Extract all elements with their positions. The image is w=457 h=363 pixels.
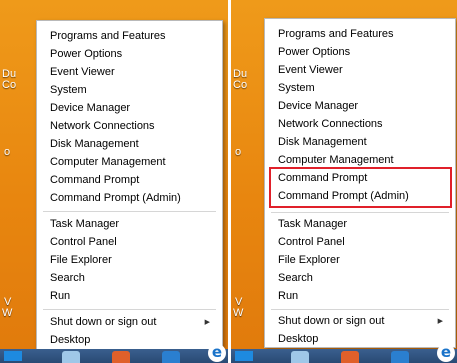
menu-item-system[interactable]: System — [265, 80, 455, 97]
menu-item-computer-management[interactable]: Computer Management — [37, 154, 222, 171]
menu-item-power-options[interactable]: Power Options — [265, 44, 455, 61]
submenu-arrow-icon: ▶ — [437, 318, 443, 325]
menu-item-system[interactable]: System — [37, 82, 222, 99]
menu-item-programs-and-features[interactable]: Programs and Features — [37, 28, 222, 45]
menu-item-device-manager[interactable]: Device Manager — [37, 100, 222, 117]
red-highlight-box — [269, 167, 452, 208]
start-icon[interactable] — [4, 351, 22, 361]
menu-item-command-prompt[interactable]: Command Prompt — [37, 172, 222, 189]
internet-explorer-icon[interactable]: e — [437, 344, 455, 362]
menu-separator — [271, 309, 449, 310]
internet-explorer-icon[interactable]: e — [208, 344, 226, 362]
start-icon[interactable] — [235, 351, 253, 361]
menu-item-disk-management[interactable]: Disk Management — [265, 134, 455, 151]
submenu-arrow-icon: ▶ — [204, 319, 210, 326]
menu-item-disk-management[interactable]: Disk Management — [37, 136, 222, 153]
store-icon[interactable] — [391, 351, 409, 363]
menu-item-shut-down-or-sign-out[interactable]: Shut down or sign out ▶ — [37, 314, 222, 331]
menu-item-search[interactable]: Search — [37, 270, 222, 287]
file-explorer-icon[interactable] — [62, 351, 80, 363]
menu-item-label: Shut down or sign out — [50, 316, 157, 328]
menu-item-device-manager[interactable]: Device Manager — [265, 98, 455, 115]
menu-separator — [43, 211, 216, 212]
menu-item-desktop[interactable]: Desktop — [37, 332, 222, 349]
menu-item-run[interactable]: Run — [37, 288, 222, 305]
menu-item-task-manager[interactable]: Task Manager — [265, 216, 455, 233]
menu-item-shut-down-or-sign-out[interactable]: Shut down or sign out ▶ — [265, 313, 455, 330]
taskbar: e — [0, 344, 228, 363]
menu-item-control-panel[interactable]: Control Panel — [265, 234, 455, 251]
menu-item-network-connections[interactable]: Network Connections — [265, 116, 455, 133]
taskbar: e — [231, 344, 457, 363]
firefox-icon[interactable] — [341, 351, 359, 363]
menu-item-event-viewer[interactable]: Event Viewer — [37, 64, 222, 81]
screenshot-right: Du Co o V W Programs and Features Power … — [231, 0, 457, 363]
menu-item-control-panel[interactable]: Control Panel — [37, 234, 222, 251]
winx-context-menu: Programs and Features Power Options Even… — [264, 18, 456, 348]
firefox-icon[interactable] — [112, 351, 130, 363]
menu-separator — [271, 212, 449, 213]
desktop-icon-label[interactable]: Co — [2, 79, 16, 92]
menu-item-desktop[interactable]: Desktop — [265, 331, 455, 348]
desktop-icon-label[interactable]: o — [4, 146, 10, 159]
desktop-icon-label[interactable]: W — [233, 307, 243, 320]
store-icon[interactable] — [162, 351, 180, 363]
desktop-icon-label[interactable]: Co — [233, 79, 247, 92]
desktop-icon-label[interactable]: o — [235, 146, 241, 159]
menu-item-task-manager[interactable]: Task Manager — [37, 216, 222, 233]
menu-item-power-options[interactable]: Power Options — [37, 46, 222, 63]
menu-item-event-viewer[interactable]: Event Viewer — [265, 62, 455, 79]
menu-item-network-connections[interactable]: Network Connections — [37, 118, 222, 135]
menu-item-search[interactable]: Search — [265, 270, 455, 287]
menu-item-label: Shut down or sign out — [278, 315, 385, 327]
winx-context-menu: Programs and Features Power Options Even… — [36, 20, 223, 350]
desktop-icon-label[interactable]: W — [2, 307, 12, 320]
menu-item-programs-and-features[interactable]: Programs and Features — [265, 26, 455, 43]
menu-item-file-explorer[interactable]: File Explorer — [265, 252, 455, 269]
menu-separator — [43, 309, 216, 310]
menu-item-run[interactable]: Run — [265, 288, 455, 305]
menu-item-command-prompt-admin[interactable]: Command Prompt (Admin) — [37, 190, 222, 207]
menu-item-file-explorer[interactable]: File Explorer — [37, 252, 222, 269]
screenshot-left: Du Co o V W Programs and Features Power … — [0, 0, 228, 363]
file-explorer-icon[interactable] — [291, 351, 309, 363]
